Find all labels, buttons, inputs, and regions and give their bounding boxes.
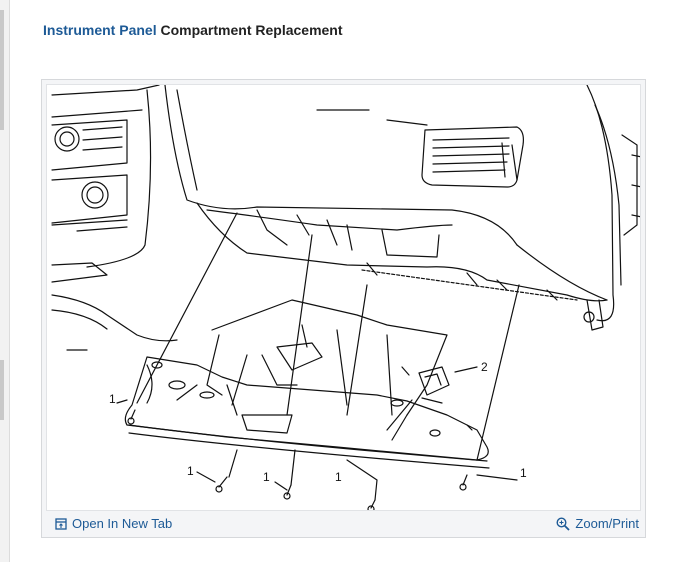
callout-1: 1 [520,466,527,480]
title-rest: Compartment Replacement [156,22,343,38]
zoom-print-label: Zoom/Print [575,516,639,531]
callout-1: 1 [109,392,116,406]
callout-2: 2 [481,360,488,374]
page-title: Instrument Panel Compartment Replacement [43,22,343,38]
callout-1: 1 [335,470,342,484]
figure-panel: 1 1 1 1 1 1 2 Open In New Tab [41,79,646,538]
zoom-icon [556,516,571,531]
instrument-panel-illustration: 1 1 1 1 1 1 2 [51,85,640,510]
zoom-print-link[interactable]: Zoom/Print [556,516,639,531]
left-edge-bar [0,0,10,562]
open-in-new-tab-label: Open In New Tab [72,516,173,531]
callout-1: 1 [263,470,270,484]
illustration-area: 1 1 1 1 1 1 2 [46,84,641,511]
figure-footer: Open In New Tab Zoom/Print [42,511,645,537]
title-keyword[interactable]: Instrument Panel [43,22,157,38]
open-tab-icon [55,517,67,530]
open-in-new-tab-link[interactable]: Open In New Tab [55,516,172,531]
callout-1: 1 [187,464,194,478]
